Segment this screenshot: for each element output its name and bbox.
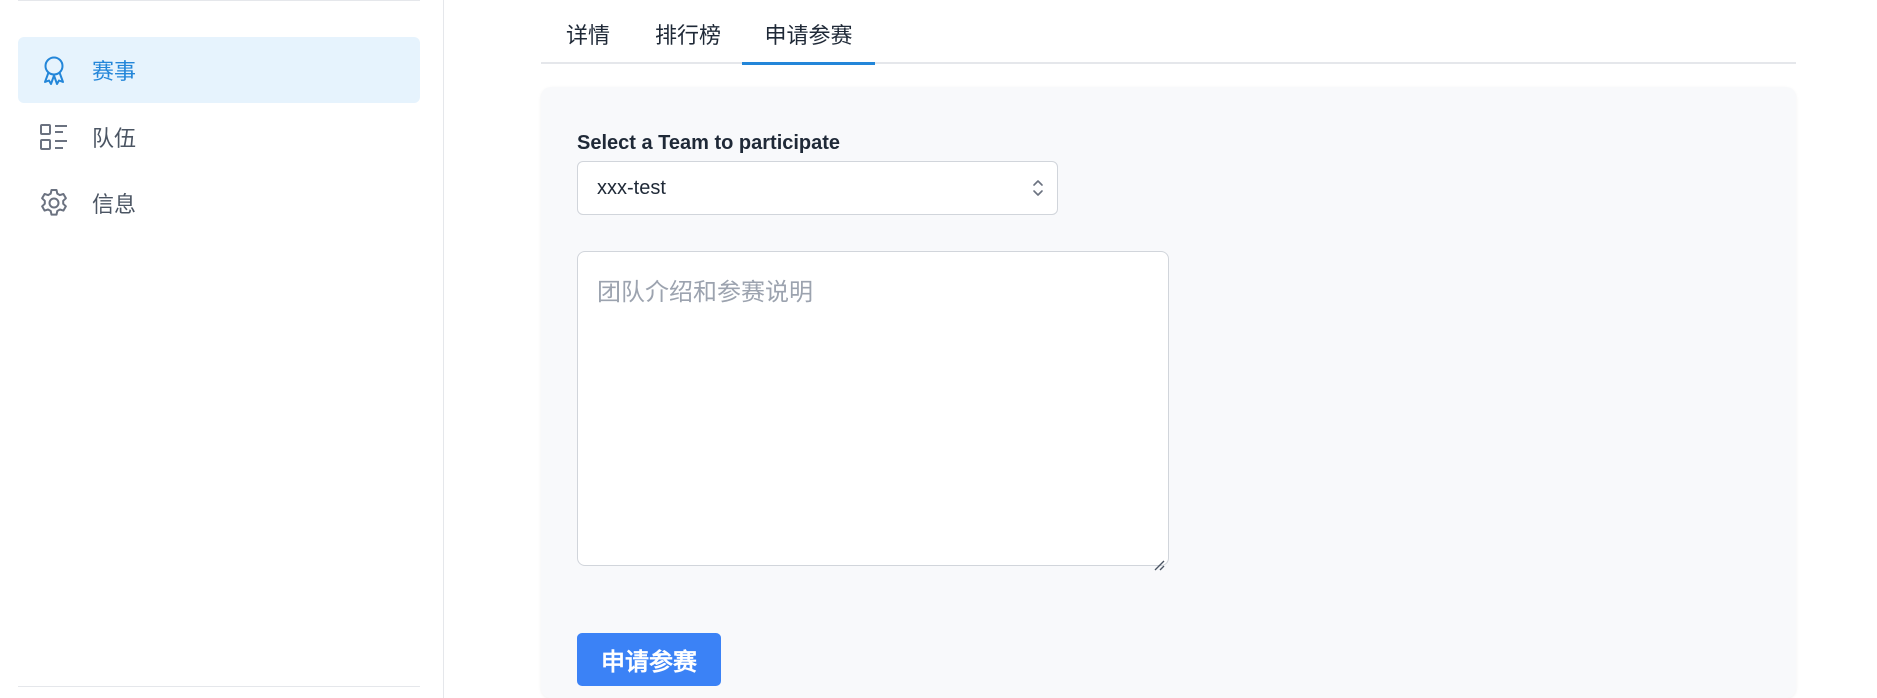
textarea-placeholder: 团队介绍和参赛说明 — [597, 279, 813, 306]
application-form-card: Select a Team to participate xxx-test 团队… — [541, 87, 1796, 698]
sidebar-item-label: 赛事 — [92, 59, 137, 84]
apply-button[interactable]: 申请参赛 — [577, 633, 721, 686]
tab-bar: 详情 排行榜 申请参赛 — [541, 0, 1796, 65]
gear-icon — [38, 187, 70, 219]
team-select-value: xxx-test — [597, 176, 666, 199]
app: 赛事 队伍 信息 详情 排行榜 申请参赛 Select a Team to pa… — [0, 0, 1877, 698]
sidebar-item-competitions[interactable]: 赛事 — [18, 37, 420, 103]
sidebar-item-info[interactable]: 信息 — [18, 170, 420, 236]
list-icon — [38, 121, 70, 153]
sidebar-divider — [18, 0, 420, 1]
sidebar-divider — [18, 686, 420, 687]
tab-leaderboard[interactable]: 排行榜 — [655, 0, 721, 64]
award-ribbon-icon — [38, 54, 70, 86]
tab-apply[interactable]: 申请参赛 — [742, 0, 875, 65]
team-select[interactable]: xxx-test — [577, 161, 1058, 215]
chevron-up-down-icon — [1031, 177, 1045, 199]
sidebar-item-label: 信息 — [92, 192, 137, 217]
sidebar: 赛事 队伍 信息 — [0, 0, 444, 698]
select-team-label: Select a Team to participate — [577, 132, 841, 154]
resize-handle-icon[interactable] — [1153, 550, 1165, 571]
tab-details[interactable]: 详情 — [565, 0, 611, 64]
sidebar-item-label: 队伍 — [92, 126, 137, 151]
sidebar-item-teams[interactable]: 队伍 — [18, 104, 420, 170]
team-description-textarea[interactable]: 团队介绍和参赛说明 — [577, 251, 1169, 571]
main-content: 详情 排行榜 申请参赛 Select a Team to participate… — [444, 0, 1877, 698]
